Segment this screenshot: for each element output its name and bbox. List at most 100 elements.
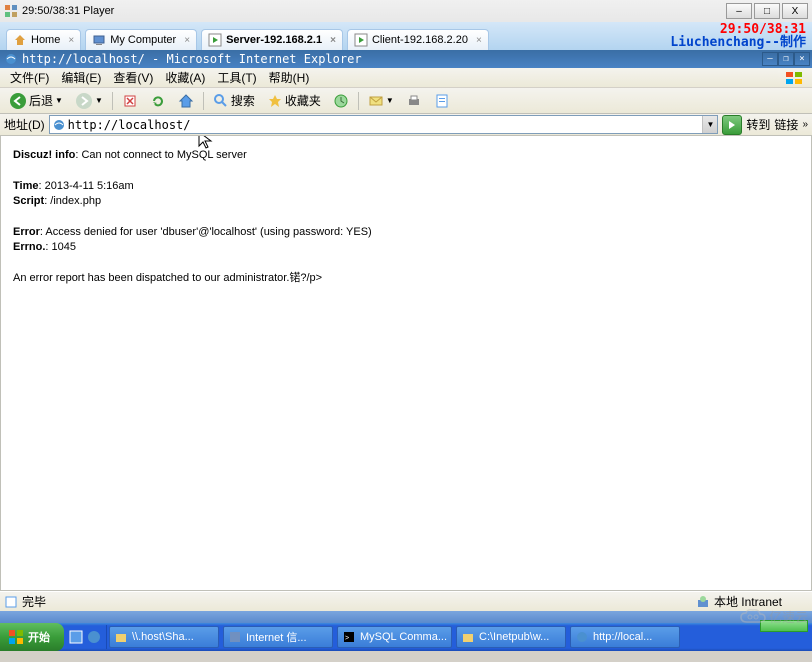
cloud-icon bbox=[739, 608, 767, 626]
windows-taskbar: 开始 \\.host\Sha... Internet 信... > MySQL … bbox=[0, 623, 812, 651]
star-icon bbox=[267, 93, 283, 109]
menu-edit[interactable]: 编辑(E) bbox=[55, 67, 107, 88]
links-label[interactable]: 链接 bbox=[774, 116, 798, 133]
status-text: 完毕 bbox=[22, 593, 46, 610]
address-label: 地址(D) bbox=[4, 116, 45, 133]
task-label: C:\Inetpub\w... bbox=[479, 631, 549, 643]
ie-toolbar: 后退 ▼ ▼ 搜索 收藏夹 ▼ bbox=[0, 88, 812, 114]
svg-text:>: > bbox=[345, 635, 349, 642]
vm-tab-server[interactable]: Server-192.168.2.1 × bbox=[201, 29, 343, 50]
home-icon bbox=[13, 33, 27, 47]
links-chevron-icon[interactable]: » bbox=[802, 119, 808, 130]
ie-quick-icon[interactable] bbox=[86, 629, 102, 645]
task-label: http://local... bbox=[593, 631, 652, 643]
taskbar-item[interactable]: Internet 信... bbox=[223, 626, 333, 648]
iis-icon bbox=[228, 630, 242, 644]
address-input[interactable] bbox=[68, 116, 703, 133]
toolbar-separator bbox=[358, 92, 359, 110]
tab-label: Server-192.168.2.1 bbox=[226, 34, 322, 46]
history-icon bbox=[333, 93, 349, 109]
tab-close-icon[interactable]: × bbox=[476, 35, 482, 46]
taskbar-item[interactable]: > MySQL Comma... bbox=[337, 626, 452, 648]
edit-button[interactable] bbox=[429, 91, 455, 111]
vm-tab-home[interactable]: Home × bbox=[6, 29, 81, 50]
dropdown-icon: ▼ bbox=[55, 96, 63, 105]
author-watermark: Liuchenchang--制作 bbox=[670, 31, 806, 50]
stop-button[interactable] bbox=[117, 91, 143, 111]
ie-close-button[interactable]: × bbox=[794, 52, 810, 66]
tab-close-icon[interactable]: × bbox=[184, 35, 190, 46]
mail-button[interactable]: ▼ bbox=[363, 91, 399, 111]
search-icon bbox=[213, 93, 229, 109]
tab-label: My Computer bbox=[110, 34, 176, 46]
start-button[interactable]: 开始 bbox=[0, 623, 64, 651]
menu-view[interactable]: 查看(V) bbox=[107, 67, 159, 88]
folder-icon bbox=[114, 630, 128, 644]
ie-statusbar: 完毕 本地 Intranet bbox=[0, 591, 812, 611]
maximize-button[interactable]: □ bbox=[754, 3, 780, 19]
dropdown-icon: ▼ bbox=[95, 96, 103, 105]
address-input-container: ▼ bbox=[49, 115, 719, 134]
taskbar-item[interactable]: C:\Inetpub\w... bbox=[456, 626, 566, 648]
minimize-button[interactable]: – bbox=[726, 3, 752, 19]
address-dropdown-button[interactable]: ▼ bbox=[702, 116, 717, 133]
errno-text: : 1045 bbox=[45, 241, 76, 253]
ie-restore-button[interactable]: ❐ bbox=[778, 52, 794, 66]
refresh-icon bbox=[150, 93, 166, 109]
task-label: Internet 信... bbox=[246, 629, 307, 645]
edit-icon bbox=[434, 93, 450, 109]
time-label: Time bbox=[13, 180, 38, 192]
script-label: Script bbox=[13, 195, 44, 207]
tab-close-icon[interactable]: × bbox=[68, 35, 74, 46]
toolbar-separator bbox=[203, 92, 204, 110]
vm-tab-bar: 29:50/38:31 Liuchenchang--制作 Home × My C… bbox=[0, 22, 812, 50]
go-button[interactable] bbox=[722, 115, 742, 135]
close-button[interactable]: X bbox=[782, 3, 808, 19]
back-label: 后退 bbox=[29, 92, 53, 109]
ie-icon bbox=[575, 630, 589, 644]
ie-minimize-button[interactable]: – bbox=[762, 52, 778, 66]
cmd-icon: > bbox=[342, 630, 356, 644]
info-text: : Can not connect to MySQL server bbox=[75, 149, 246, 161]
toolbar-separator bbox=[112, 92, 113, 110]
go-label: 转到 bbox=[746, 116, 770, 133]
refresh-button[interactable] bbox=[145, 91, 171, 111]
taskbar-item[interactable]: \\.host\Sha... bbox=[109, 626, 219, 648]
done-icon bbox=[4, 595, 18, 609]
dispatch-text: An error report has been dispatched to o… bbox=[13, 271, 799, 286]
favorites-button[interactable]: 收藏夹 bbox=[262, 91, 326, 111]
taskbar-item[interactable]: http://local... bbox=[570, 626, 680, 648]
player-titlebar: 29:50/38:31 Player – □ X bbox=[0, 0, 812, 22]
search-button[interactable]: 搜索 bbox=[208, 91, 260, 111]
page-content: Discuz! info: Can not connect to MySQL s… bbox=[0, 136, 812, 591]
show-desktop-icon[interactable] bbox=[68, 629, 84, 645]
ie-window-controls: – ❐ × bbox=[762, 52, 810, 66]
home-button[interactable] bbox=[173, 91, 199, 111]
menu-tools[interactable]: 工具(T) bbox=[211, 67, 262, 88]
time-text: : 2013-4-11 5:16am bbox=[38, 180, 133, 192]
back-button[interactable]: 后退 ▼ bbox=[4, 91, 68, 111]
vm-tab-mycomputer[interactable]: My Computer × bbox=[85, 29, 197, 50]
forward-button[interactable]: ▼ bbox=[70, 91, 108, 111]
menu-favorites[interactable]: 收藏(A) bbox=[159, 67, 211, 88]
ie-icon bbox=[4, 52, 18, 66]
player-icon bbox=[4, 4, 18, 18]
vm-bottom-strip bbox=[0, 611, 812, 623]
info-label: Discuz! info bbox=[13, 149, 75, 161]
tab-close-icon[interactable]: × bbox=[330, 35, 336, 46]
errno-label: Errno. bbox=[13, 241, 45, 253]
vm-tab-client[interactable]: Client-192.168.2.20 × bbox=[347, 29, 489, 50]
play-icon bbox=[354, 33, 368, 47]
player-title-text: 29:50/38:31 Player bbox=[22, 5, 114, 17]
error-text: : Access denied for user 'dbuser'@'local… bbox=[40, 226, 372, 238]
menu-file[interactable]: 文件(F) bbox=[4, 67, 55, 88]
ie-menubar: 文件(F) 编辑(E) 查看(V) 收藏(A) 工具(T) 帮助(H) bbox=[0, 68, 812, 88]
start-label: 开始 bbox=[28, 629, 50, 645]
print-icon bbox=[406, 93, 422, 109]
search-label: 搜索 bbox=[231, 92, 255, 109]
menu-help[interactable]: 帮助(H) bbox=[263, 67, 316, 88]
folder-icon bbox=[461, 630, 475, 644]
history-button[interactable] bbox=[328, 91, 354, 111]
home-icon bbox=[178, 93, 194, 109]
print-button[interactable] bbox=[401, 91, 427, 111]
